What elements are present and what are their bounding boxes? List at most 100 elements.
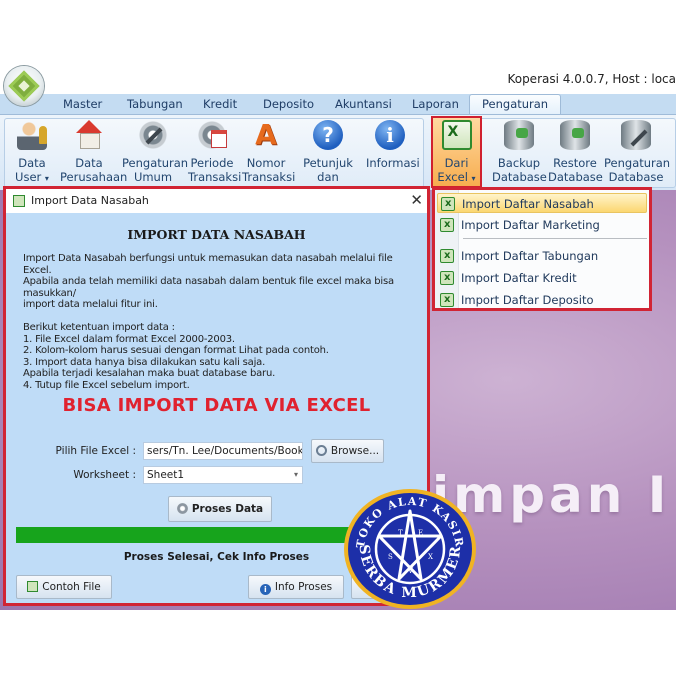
tab-akuntansi[interactable]: Akuntansi (335, 96, 392, 114)
close-icon[interactable]: ✕ (410, 191, 423, 209)
excel-icon (440, 215, 454, 235)
menu-item-import-kredit[interactable]: Import Daftar Kredit (437, 268, 647, 288)
dari-excel-label-1: Dari (444, 156, 469, 170)
menu-item-label: Import Daftar Marketing (461, 218, 600, 232)
petunjuk-bantuan-button[interactable]: ? Petunjuk dan Bantuan (295, 118, 361, 198)
data-user-label-1: Data (18, 156, 46, 170)
logo-diamond-icon (8, 70, 40, 102)
menu-item-import-nasabah[interactable]: Import Daftar Nasabah (437, 193, 647, 214)
browse-button[interactable]: Browse... (311, 439, 384, 463)
chevron-down-icon: ▾ (293, 470, 298, 479)
excel-icon (441, 120, 472, 150)
letter-a-icon: A (255, 118, 277, 151)
stamp-letter: S (388, 553, 393, 561)
excel-import-menu: Import Daftar Nasabah Import Daftar Mark… (432, 187, 652, 311)
stamp-letter: E (418, 529, 423, 537)
proses-data-button[interactable]: Proses Data (168, 496, 272, 522)
menu-item-import-marketing[interactable]: Import Daftar Marketing (437, 215, 647, 235)
gear-icon (176, 503, 188, 514)
gear-calendar-icon (197, 120, 227, 150)
pengaturan-database-label-2: Database (608, 170, 664, 184)
dialog-title: Import Data Nasabah (31, 194, 149, 207)
dari-excel-label-2: Excel (437, 170, 468, 184)
app-logo-button[interactable] (4, 66, 44, 106)
excel-icon (441, 194, 455, 214)
database-settings-icon (621, 120, 651, 150)
worksheet-select[interactable]: Sheet1 ▾ (143, 466, 303, 484)
petunjuk-bantuan-label-1: Petunjuk dan (303, 156, 353, 184)
informasi-label: Informasi (366, 156, 420, 170)
pengaturan-umum-label-1: Pengaturan (122, 156, 189, 170)
menu-item-import-deposito[interactable]: Import Daftar Deposito (437, 290, 647, 310)
nomor-transaksi-button[interactable]: A Nomor Transaksi (242, 118, 296, 186)
tab-pengaturan[interactable]: Pengaturan (469, 94, 562, 115)
periode-transaksi-label-2: Transaksi (188, 170, 242, 184)
menu-item-label: Import Daftar Nasabah (462, 197, 594, 211)
search-icon (315, 445, 327, 456)
stamp-letter: X (428, 553, 433, 561)
worksheet-label: Worksheet : (73, 469, 136, 481)
nomor-transaksi-label-2: Transaksi (242, 170, 296, 184)
pengaturan-database-button[interactable]: Pengaturan Database (604, 118, 671, 186)
informasi-button[interactable]: i Informasi (366, 118, 420, 186)
data-user-button[interactable]: Data User ▾ (8, 118, 56, 186)
menu-item-label: Import Daftar Deposito (461, 293, 594, 307)
excel-icon (27, 581, 39, 592)
data-perusahaan-label-1: Data (75, 156, 103, 170)
backup-database-button[interactable]: Backup Database (492, 118, 547, 186)
data-perusahaan-label-2: Perusahaan (60, 170, 128, 184)
worksheet-value: Sheet1 (147, 469, 185, 481)
nomor-transaksi-label-1: Nomor (246, 156, 286, 170)
menu-item-import-tabungan[interactable]: Import Daftar Tabungan (437, 246, 647, 266)
help-icon: ? (313, 120, 343, 150)
stamp-letter: T (398, 529, 403, 537)
backup-database-label-2: Database (492, 170, 547, 184)
tab-kredit[interactable]: Kredit (203, 96, 237, 114)
tab-deposito[interactable]: Deposito (263, 96, 314, 114)
info-proses-label: Info Proses (274, 581, 333, 593)
periode-transaksi-button[interactable]: Periode Transaksi (188, 118, 242, 186)
restore-database-label-2: Database (548, 170, 603, 184)
dialog-titlebar[interactable]: Import Data Nasabah ✕ (6, 189, 427, 213)
database-backup-icon (504, 120, 534, 150)
promo-banner-text: BISA IMPORT DATA VIA EXCEL (62, 395, 371, 416)
gear-wrench-icon (138, 120, 168, 150)
menu-item-label: Import Daftar Tabungan (461, 249, 599, 263)
database-restore-icon (560, 120, 590, 150)
excel-icon (13, 195, 25, 207)
stamp-letter: V (407, 567, 414, 575)
restore-database-button[interactable]: Restore Database (548, 118, 603, 186)
user-key-icon (17, 120, 47, 150)
backup-database-label-1: Backup (497, 156, 541, 170)
data-perusahaan-button[interactable]: Data Perusahaan (60, 118, 128, 186)
pengaturan-umum-button[interactable]: Pengaturan Umum (122, 118, 189, 186)
pengaturan-database-label-1: Pengaturan (604, 156, 671, 170)
tab-laporan[interactable]: Laporan (412, 96, 459, 114)
tab-master[interactable]: Master (63, 96, 102, 114)
chevron-down-icon: ▾ (44, 174, 49, 183)
browse-label: Browse... (330, 445, 380, 457)
contoh-file-label: Contoh File (42, 581, 101, 593)
dialog-description: Import Data Nasabah berfungsi untuk mema… (23, 253, 394, 391)
periode-transaksi-label-1: Periode (190, 156, 234, 170)
chevron-down-icon: ▾ (471, 174, 476, 183)
house-icon (74, 120, 104, 150)
data-user-label-2: User (15, 170, 42, 184)
contoh-file-button[interactable]: Contoh File (16, 575, 112, 599)
file-label: Pilih File Excel : (55, 445, 136, 457)
menu-separator (463, 238, 647, 239)
store-stamp-logo: TOKO ALAT KASIR SERBA MURMER T E X V S (344, 489, 476, 609)
dialog-heading: IMPORT DATA NASABAH (127, 227, 306, 242)
info-icon: i (259, 584, 271, 595)
window-title: Koperasi 4.0.0.7, Host : loca (507, 72, 676, 86)
pengaturan-umum-label-2: Umum (133, 170, 173, 184)
info-icon: i (375, 120, 405, 150)
excel-icon (440, 268, 454, 288)
tab-tabungan[interactable]: Tabungan (127, 96, 183, 114)
proses-data-label: Proses Data (191, 503, 264, 515)
restore-database-label-1: Restore (553, 156, 597, 170)
info-proses-button[interactable]: i Info Proses (248, 575, 344, 599)
menu-item-label: Import Daftar Kredit (461, 271, 577, 285)
dari-excel-button[interactable]: Dari Excel ▾ (431, 116, 482, 188)
file-path-input[interactable]: sers/Tn. Lee/Documents/Book1.xls (143, 442, 303, 460)
